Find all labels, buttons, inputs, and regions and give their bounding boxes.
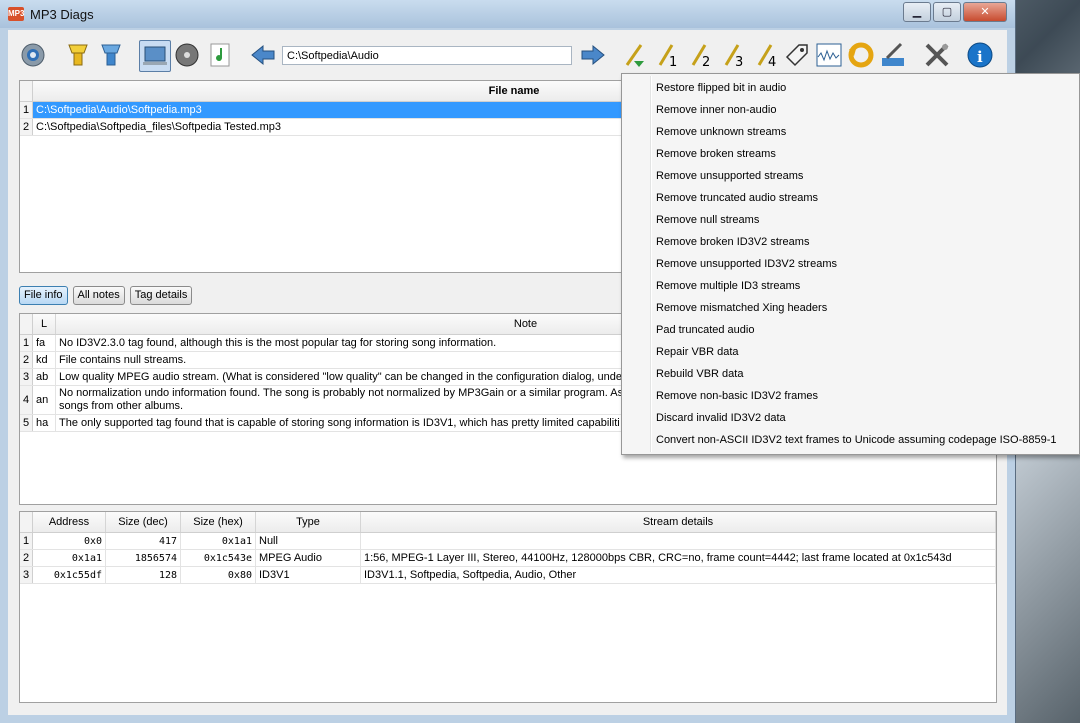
tag-editor-icon[interactable] xyxy=(782,40,812,70)
visualize-icon[interactable] xyxy=(814,40,844,70)
stream-address: 0x1a1 xyxy=(32,549,106,567)
streams-panel: Address Size (dec) Size (hex) Type Strea… xyxy=(19,511,997,703)
stream-size-dec: 1856574 xyxy=(105,549,181,567)
maximize-button[interactable]: ▢ xyxy=(933,2,961,22)
app-icon: MP3 xyxy=(8,7,24,21)
back-arrow-icon[interactable] xyxy=(248,40,278,70)
tab-file-info[interactable]: File info xyxy=(19,286,68,305)
stream-size-hex: 0x1a1 xyxy=(180,532,256,550)
stream-size-dec: 417 xyxy=(105,532,181,550)
note-level: kd xyxy=(32,351,56,369)
scan-folder-icon[interactable] xyxy=(63,40,93,70)
menu-item-convert-non-ascii[interactable]: Convert non-ASCII ID3V2 text frames to U… xyxy=(622,429,1079,451)
rename-icon[interactable] xyxy=(878,40,908,70)
stream-details xyxy=(360,532,996,550)
column-header-address[interactable]: Address xyxy=(32,512,106,533)
menu-item-remove-null-streams[interactable]: Remove null streams xyxy=(622,209,1079,231)
menu-item-remove-broken-streams[interactable]: Remove broken streams xyxy=(622,143,1079,165)
stream-row[interactable]: 3 0x1c55df 128 0x80 ID3V1 ID3V1.1, Softp… xyxy=(20,566,996,584)
transform-3-icon[interactable]: 3 xyxy=(719,40,749,70)
stream-row[interactable]: 2 0x1a1 1856574 0x1c543e MPEG Audio 1:56… xyxy=(20,549,996,567)
transform-1-icon[interactable]: 1 xyxy=(653,40,683,70)
menu-item-discard-invalid-id3v2[interactable]: Discard invalid ID3V2 data xyxy=(622,407,1079,429)
menu-item-remove-mismatched-xing[interactable]: Remove mismatched Xing headers xyxy=(622,297,1079,319)
stream-type: ID3V1 xyxy=(255,566,361,584)
note-level: fa xyxy=(32,334,56,352)
column-header-stream-details[interactable]: Stream details xyxy=(360,512,996,533)
note-level: ab xyxy=(32,368,56,386)
menu-item-remove-unsupported-streams[interactable]: Remove unsupported streams xyxy=(622,165,1079,187)
stream-row[interactable]: 1 0x0 417 0x1a1 Null xyxy=(20,532,996,550)
song-icon[interactable] xyxy=(205,40,235,70)
menu-item-remove-unknown-streams[interactable]: Remove unknown streams xyxy=(622,121,1079,143)
column-header-size-hex[interactable]: Size (hex) xyxy=(180,512,256,533)
stream-details: ID3V1.1, Softpedia, Softpedia, Audio, Ot… xyxy=(360,566,996,584)
normalize-icon[interactable] xyxy=(620,40,650,70)
menu-item-remove-non-basic-id3v2[interactable]: Remove non-basic ID3V2 frames xyxy=(622,385,1079,407)
title-bar: MP3 MP3 Diags ▁ ▢ ✕ xyxy=(0,0,1015,28)
menu-item-pad-truncated-audio[interactable]: Pad truncated audio xyxy=(622,319,1079,341)
tools-icon[interactable] xyxy=(922,40,952,70)
menu-item-remove-multiple-id3[interactable]: Remove multiple ID3 streams xyxy=(622,275,1079,297)
svg-text:i: i xyxy=(977,48,983,66)
menu-item-remove-inner-non-audio[interactable]: Remove inner non-audio xyxy=(622,99,1079,121)
tab-all-notes[interactable]: All notes xyxy=(72,286,125,305)
transform-4-icon[interactable]: 4 xyxy=(752,40,782,70)
column-header-size-dec[interactable]: Size (dec) xyxy=(105,512,181,533)
menu-item-remove-truncated-audio[interactable]: Remove truncated audio streams xyxy=(622,187,1079,209)
menu-item-rebuild-vbr[interactable]: Rebuild VBR data xyxy=(622,363,1079,385)
minimize-button[interactable]: ▁ xyxy=(903,2,931,22)
menu-item-repair-vbr[interactable]: Repair VBR data xyxy=(622,341,1079,363)
svg-text:4: 4 xyxy=(768,55,776,69)
svg-text:3: 3 xyxy=(735,55,743,69)
svg-text:2: 2 xyxy=(702,55,710,69)
streams-table: Address Size (dec) Size (hex) Type Strea… xyxy=(20,512,996,584)
stream-address: 0x0 xyxy=(32,532,106,550)
note-level: an xyxy=(32,385,56,415)
stream-size-hex: 0x1c543e xyxy=(180,549,256,567)
close-button[interactable]: ✕ xyxy=(963,2,1007,22)
transform-2-icon[interactable]: 2 xyxy=(686,40,716,70)
all-files-icon[interactable] xyxy=(139,40,171,72)
menu-item-remove-broken-id3v2[interactable]: Remove broken ID3V2 streams xyxy=(622,231,1079,253)
note-level: ha xyxy=(32,414,56,432)
menu-item-remove-unsupported-id3v2[interactable]: Remove unsupported ID3V2 streams xyxy=(622,253,1079,275)
scan-files-icon[interactable] xyxy=(96,40,126,70)
path-input[interactable]: C:\Softpedia\Audio xyxy=(282,46,572,65)
info-icon[interactable]: i xyxy=(965,40,995,70)
forward-arrow-icon[interactable] xyxy=(578,40,608,70)
svg-text:1: 1 xyxy=(669,55,677,69)
note-tabs: File info All notes Tag details xyxy=(19,286,197,305)
menu-item-restore-flipped-bit[interactable]: Restore flipped bit in audio xyxy=(622,77,1079,99)
stream-size-hex: 0x80 xyxy=(180,566,256,584)
album-icon[interactable] xyxy=(172,40,202,70)
tab-tag-details[interactable]: Tag details xyxy=(129,286,193,305)
transform-menu: Restore flipped bit in audio Remove inne… xyxy=(621,73,1080,455)
config-icon[interactable] xyxy=(18,40,48,70)
window-title: MP3 Diags xyxy=(30,7,94,22)
toolbar: C:\Softpedia\Audio 1 2 3 4 i xyxy=(8,36,1007,76)
undo-icon[interactable] xyxy=(846,40,876,70)
menu-gutter xyxy=(650,76,652,452)
stream-size-dec: 128 xyxy=(105,566,181,584)
stream-type: MPEG Audio xyxy=(255,549,361,567)
stream-type: Null xyxy=(255,532,361,550)
column-header-type[interactable]: Type xyxy=(255,512,361,533)
column-header-level[interactable]: L xyxy=(32,314,56,335)
stream-details: 1:56, MPEG-1 Layer III, Stereo, 44100Hz,… xyxy=(360,549,996,567)
stream-address: 0x1c55df xyxy=(32,566,106,584)
